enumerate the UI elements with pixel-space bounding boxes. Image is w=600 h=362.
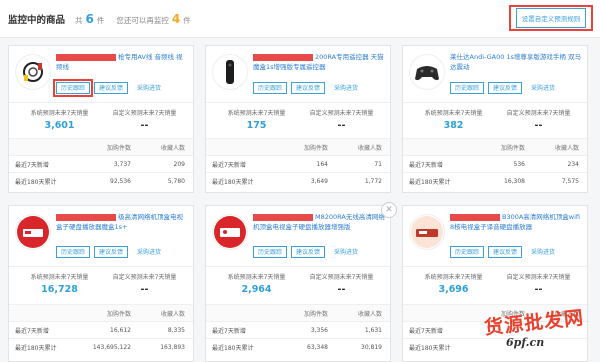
custom-rule-button[interactable]: 设置自定义预测规则 xyxy=(515,8,587,28)
col-cart: 加购件数 xyxy=(303,310,328,318)
col-fav: 收藏人数 xyxy=(160,310,185,318)
product-title[interactable]: 枪专用AV线 音频线 视频线 xyxy=(56,52,188,78)
monitor-summary: 共 6 件 您还可以再监控 4 件 xyxy=(75,12,191,26)
product-title[interactable]: 200RA专用遥控器 天猫魔盒1s增强版专属遥控器 xyxy=(253,52,385,78)
custom-predict-value: -- xyxy=(140,120,149,131)
page-title: 监控中的商品 xyxy=(8,15,66,26)
system-predict-label: 系统预测未来7天销量 xyxy=(424,274,483,281)
stats-table: 加购件数 收藏人数 最近7天新增 536 234 最近180天累计 16,308 7,57… xyxy=(403,138,587,189)
system-predict-label: 系统预测未来7天销量 xyxy=(30,274,89,281)
col-cart: 加购件数 xyxy=(500,144,525,152)
stats-table: 加购件数 收藏人数 最近7天新增 16,612 8,335 最近180天累计 143,6… xyxy=(9,304,193,355)
cable-icon[interactable] xyxy=(15,54,51,90)
history-button[interactable]: 历史跟踪 xyxy=(52,79,94,97)
system-predict-value: 3,601 xyxy=(44,120,75,131)
history-button[interactable]: 历史跟踪 xyxy=(56,246,91,258)
table-row: 最近180天累计 16,308 7,575 xyxy=(403,172,587,189)
settings-highlight-box: 设置自定义预测规则 xyxy=(509,5,593,31)
watermark: 货源批发网 6pf.cn xyxy=(476,306,594,358)
source-link[interactable]: 采购进货 xyxy=(329,246,364,258)
col-cart: 加购件数 xyxy=(106,144,131,152)
system-predict-value: 382 xyxy=(443,120,464,131)
product-card: 莱仕达Andi-GA00 1s增尊享版游戏手柄 双马达震动 历史跟踪 建议反馈 … xyxy=(402,45,588,193)
table-row: 最近180天累计 92,536 5,780 xyxy=(9,172,193,189)
product-title[interactable]: B300A高清网络机顶盒wifi 8核电视盒子译音硬盘播放器 xyxy=(450,212,582,238)
history-button[interactable]: 历史跟踪 xyxy=(450,246,485,258)
feedback-button[interactable]: 建议反馈 xyxy=(488,82,523,94)
table-row: 最近180天累计 143,695,122 163,893 xyxy=(9,338,193,355)
col-cart: 加购件数 xyxy=(106,310,131,318)
remaining-prefix: 您还可以再监控 xyxy=(116,16,169,25)
custom-predict-label: 自定义预测未来7天销量 xyxy=(506,110,571,117)
remaining-count: 4 xyxy=(171,12,181,26)
product-card: 枪专用AV线 音频线 视频线 历史跟踪 建议反馈 采购进货 系统预测未来7天销量… xyxy=(8,45,194,193)
count-prefix: 共 xyxy=(75,16,83,25)
source-link[interactable]: 采购进货 xyxy=(132,82,167,94)
custom-predict-value: -- xyxy=(534,284,543,295)
custom-predict-label: 自定义预测未来7天销量 xyxy=(506,274,571,281)
system-predict-value: 2,964 xyxy=(241,284,272,295)
history-button[interactable]: 历史跟踪 xyxy=(253,82,288,94)
history-button[interactable]: 历史跟踪 xyxy=(253,246,288,258)
system-predict-label: 系统预测未来7天销量 xyxy=(227,274,286,281)
product-card: M8200RA无线高清网络机顶盒电视盒子硬盘播放器增强版 历史跟踪 建议反馈 采… xyxy=(205,205,391,362)
custom-predict-value: -- xyxy=(337,284,346,295)
table-row: 最近180天累计 3,649 1,772 xyxy=(206,172,390,189)
custom-predict-value: -- xyxy=(534,120,543,131)
tv-box-icon[interactable] xyxy=(212,214,248,250)
remaining-unit: 件 xyxy=(183,16,191,25)
table-row: 最近180天累计 63,348 30,819 xyxy=(206,338,390,355)
feedback-button[interactable]: 建议反馈 xyxy=(94,246,129,258)
custom-predict-value: -- xyxy=(337,120,346,131)
col-fav: 收藏人数 xyxy=(554,144,579,152)
remote-icon[interactable] xyxy=(212,54,248,90)
custom-predict-label: 自定义预测未来7天销量 xyxy=(112,110,177,117)
col-fav: 收藏人数 xyxy=(357,144,382,152)
custom-predict-label: 自定义预测未来7天销量 xyxy=(309,274,374,281)
table-row: 最近7天新增 16,612 8,335 xyxy=(9,321,193,338)
system-predict-value: 3,696 xyxy=(438,284,469,295)
feedback-button[interactable]: 建议反馈 xyxy=(94,82,129,94)
history-button[interactable]: 历史跟踪 xyxy=(450,82,485,94)
system-predict-label: 系统预测未来7天销量 xyxy=(30,110,89,117)
system-predict-label: 系统预测未来7天销量 xyxy=(227,110,286,117)
system-predict-value: 175 xyxy=(246,120,267,131)
source-link[interactable]: 采购进货 xyxy=(329,82,364,94)
table-row: 最近7天新增 3,356 1,631 xyxy=(206,321,390,338)
close-icon[interactable]: ✕ xyxy=(381,202,397,218)
col-cart: 加购件数 xyxy=(303,144,328,152)
monitored-count: 6 xyxy=(85,12,94,26)
system-predict-value: 16,728 xyxy=(41,284,78,295)
feedback-button[interactable]: 建议反馈 xyxy=(291,246,326,258)
watermark-line2: 6pf.cn xyxy=(506,336,545,349)
product-title[interactable]: 莱仕达Andi-GA00 1s增尊享版游戏手柄 双马达震动 xyxy=(450,52,582,78)
product-title[interactable]: M8200RA无线高清网络机顶盒电视盒子硬盘播放器增强版 xyxy=(253,212,385,238)
source-link[interactable]: 采购进货 xyxy=(526,82,561,94)
feedback-button[interactable]: 建议反馈 xyxy=(488,246,523,258)
feedback-button[interactable]: 建议反馈 xyxy=(291,82,326,94)
watermark-line1: 货源批发网 xyxy=(483,306,586,340)
product-card: 200RA专用遥控器 天猫魔盒1s增强版专属遥控器 历史跟踪 建议反馈 采购进货… xyxy=(205,45,391,193)
custom-predict-label: 自定义预测未来7天销量 xyxy=(309,110,374,117)
stats-table: 加购件数 收藏人数 最近7天新增 164 71 最近180天累计 3,649 1,772 xyxy=(206,138,390,189)
tv-box-icon[interactable] xyxy=(409,214,445,250)
stats-table: 加购件数 收藏人数 最近7天新增 3,737 209 最近180天累计 92,536 5,… xyxy=(9,138,193,189)
system-predict-label: 系统预测未来7天销量 xyxy=(424,110,483,117)
col-fav: 收藏人数 xyxy=(357,310,382,318)
source-link[interactable]: 采购进货 xyxy=(132,246,167,258)
product-title[interactable]: 级高清网络机顶盒电视盒子硬盘播放器魔盒1s+ xyxy=(56,212,188,238)
count-unit: 件 xyxy=(96,16,105,25)
col-fav: 收藏人数 xyxy=(160,144,185,152)
table-row: 最近7天新增 536 234 xyxy=(403,155,587,172)
source-link[interactable]: 采购进货 xyxy=(526,246,561,258)
stats-table: 加购件数 收藏人数 最近7天新增 3,356 1,631 最近180天累计 63,348… xyxy=(206,304,390,355)
table-row: 最近7天新增 164 71 xyxy=(206,155,390,172)
custom-predict-label: 自定义预测未来7天销量 xyxy=(112,274,177,281)
custom-predict-value: -- xyxy=(140,284,149,295)
gamepad-icon[interactable] xyxy=(409,54,445,90)
tv-box-icon[interactable] xyxy=(15,214,51,250)
product-card: 级高清网络机顶盒电视盒子硬盘播放器魔盒1s+ 历史跟踪 建议反馈 采购进货 系统… xyxy=(8,205,194,362)
page-header: 监控中的商品 共 6 件 您还可以再监控 4 件 设置自定义预测规则 xyxy=(0,0,600,38)
table-row: 最近7天新增 3,737 209 xyxy=(9,155,193,172)
